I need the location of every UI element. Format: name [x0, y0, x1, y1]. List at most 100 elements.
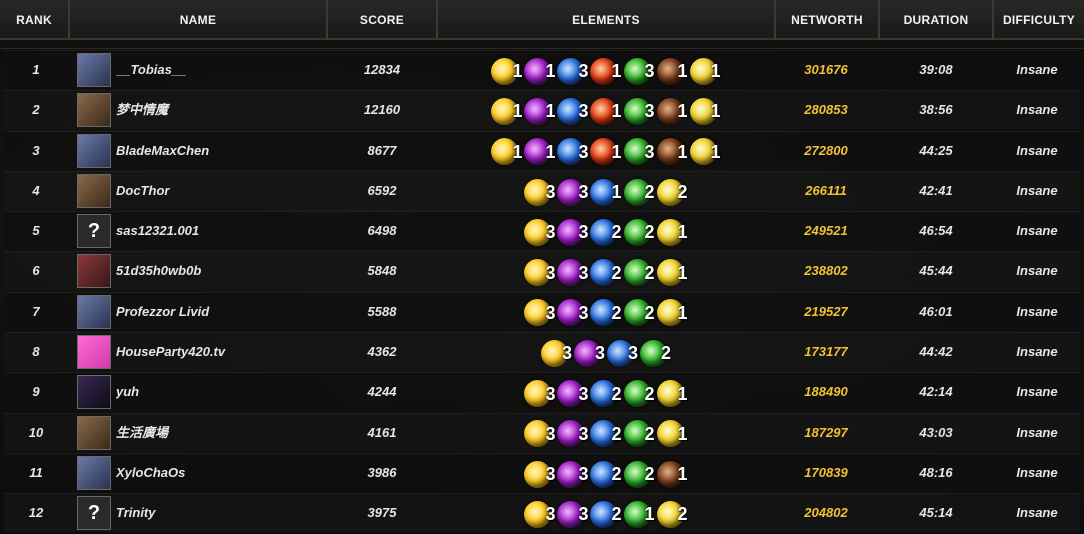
element-badge[interactable]: 3 — [557, 297, 588, 327]
table-row[interactable]: 7 Profezzor Livid 5588 3 3 2 2 1 219527 46:01 Insa… — [4, 291, 1080, 331]
column-header-elements[interactable]: ELEMENTS — [438, 0, 776, 40]
element-badge[interactable]: 3 — [557, 499, 588, 529]
element-badge[interactable]: 2 — [590, 297, 622, 327]
element-badge[interactable]: 3 — [524, 297, 555, 327]
element-badge[interactable]: 1 — [689, 96, 721, 126]
element-badge[interactable]: 2 — [623, 418, 655, 448]
table-row[interactable]: 5? sas12321.001 6498 3 3 2 2 1 249521 46:54 Insane — [4, 211, 1080, 251]
element-badge[interactable]: 3 — [524, 176, 555, 206]
table-row[interactable]: 8 HouseParty420.tv 4362 3 3 3 2 173177 44:42 Insa… — [4, 332, 1080, 372]
element-badge[interactable]: 1 — [491, 96, 522, 126]
table-row[interactable]: 1 __Tobias__ 12834 1 1 3 1 3 1 1 301676 39:08 Insane — [4, 50, 1080, 89]
avatar[interactable] — [77, 133, 111, 168]
avatar[interactable] — [77, 93, 111, 128]
element-badge[interactable]: 2 — [623, 459, 655, 489]
table-row[interactable]: 12? Trinity 3975 3 3 2 1 2 204802 45:14 Insane — [4, 493, 1080, 533]
player-name[interactable]: Trinity — [116, 494, 326, 532]
element-badge[interactable]: 3 — [524, 459, 555, 489]
element-badge[interactable]: 2 — [590, 459, 622, 489]
element-badge[interactable]: 3 — [623, 96, 655, 126]
element-badge[interactable]: 2 — [640, 338, 671, 368]
element-badge[interactable]: 3 — [557, 418, 588, 448]
player-name[interactable]: Profezzor Livid — [116, 293, 326, 331]
player-name[interactable]: 51d35h0wb0b — [116, 252, 326, 290]
element-badge[interactable]: 3 — [557, 176, 588, 206]
table-row[interactable]: 2 梦中情魔 12160 1 1 3 1 3 1 1 280853 38:56 Insane — [4, 90, 1080, 130]
element-badge[interactable]: 3 — [557, 257, 588, 287]
column-header-score[interactable]: SCORE — [328, 0, 438, 40]
element-badge[interactable]: 3 — [573, 338, 605, 368]
table-row[interactable]: 6 51d35h0wb0b 5848 3 3 2 2 1 238802 45:44 Insane — [4, 251, 1080, 291]
element-badge[interactable]: 1 — [656, 378, 688, 408]
element-badge[interactable]: 2 — [623, 257, 655, 287]
table-row[interactable]: 9 yuh 4244 3 3 2 2 1 188490 42:14 Insane — [4, 372, 1080, 412]
element-badge[interactable]: 3 — [557, 96, 588, 126]
element-badge[interactable]: 1 — [656, 297, 688, 327]
element-badge[interactable]: 1 — [656, 459, 688, 489]
element-badge[interactable]: 3 — [557, 136, 588, 166]
column-header-difficulty[interactable]: DIFFICULTY — [994, 0, 1084, 40]
element-badge[interactable]: 1 — [590, 96, 622, 126]
element-badge[interactable]: 3 — [557, 459, 588, 489]
element-badge[interactable]: 3 — [524, 217, 555, 247]
element-badge[interactable]: 2 — [590, 499, 622, 529]
column-header-networth[interactable]: NETWORTH — [776, 0, 880, 40]
element-badge[interactable]: 2 — [590, 257, 622, 287]
player-name[interactable]: HouseParty420.tv — [116, 333, 326, 371]
element-badge[interactable]: 1 — [656, 257, 688, 287]
avatar[interactable] — [77, 415, 111, 450]
element-badge[interactable]: 1 — [524, 96, 555, 126]
element-badge[interactable]: 1 — [524, 56, 555, 86]
element-badge[interactable]: 3 — [524, 499, 555, 529]
avatar[interactable]: ? — [77, 496, 111, 531]
element-badge[interactable]: 1 — [656, 96, 688, 126]
element-badge[interactable]: 3 — [557, 217, 588, 247]
element-badge[interactable]: 3 — [557, 378, 588, 408]
element-badge[interactable]: 2 — [623, 297, 655, 327]
avatar[interactable] — [77, 335, 111, 370]
element-badge[interactable]: 1 — [590, 56, 622, 86]
element-badge[interactable]: 2 — [656, 176, 688, 206]
element-badge[interactable]: 3 — [524, 378, 555, 408]
element-badge[interactable]: 2 — [590, 418, 622, 448]
element-badge[interactable]: 1 — [491, 136, 522, 166]
player-name[interactable]: XyloChaOs — [116, 454, 326, 492]
avatar[interactable]: ? — [77, 214, 111, 249]
element-badge[interactable]: 1 — [656, 56, 688, 86]
player-name[interactable]: __Tobias__ — [116, 51, 326, 89]
avatar[interactable] — [77, 53, 111, 87]
element-badge[interactable]: 1 — [623, 499, 655, 529]
element-badge[interactable]: 3 — [540, 338, 572, 368]
element-badge[interactable]: 1 — [689, 136, 721, 166]
table-row[interactable]: 3 BladeMaxChen 8677 1 1 3 1 3 1 1 272800 44:25 Insan… — [4, 130, 1080, 170]
element-badge[interactable]: 3 — [557, 56, 588, 86]
element-badge[interactable]: 2 — [590, 378, 622, 408]
element-badge[interactable]: 3 — [607, 338, 638, 368]
element-badge[interactable]: 1 — [524, 136, 555, 166]
avatar[interactable] — [77, 455, 111, 490]
table-row[interactable]: 11 XyloChaOs 3986 3 3 2 2 1 170839 48:16 Insane — [4, 452, 1080, 492]
avatar[interactable] — [77, 254, 111, 289]
element-badge[interactable]: 1 — [656, 418, 688, 448]
player-name[interactable]: yuh — [116, 373, 326, 411]
element-badge[interactable]: 2 — [656, 499, 688, 529]
player-name[interactable]: BladeMaxChen — [116, 132, 326, 170]
element-badge[interactable]: 1 — [656, 136, 688, 166]
avatar[interactable] — [77, 375, 111, 410]
element-badge[interactable]: 3 — [623, 56, 655, 86]
element-badge[interactable]: 1 — [590, 136, 622, 166]
element-badge[interactable]: 3 — [623, 136, 655, 166]
column-header-duration[interactable]: DURATION — [880, 0, 994, 40]
player-name[interactable]: sas12321.001 — [116, 212, 326, 250]
element-badge[interactable]: 2 — [623, 378, 655, 408]
table-row[interactable]: 10 生活廣場 4161 3 3 2 2 1 187297 43:03 Insane — [4, 412, 1080, 452]
column-header-rank[interactable]: RANK — [0, 0, 70, 40]
column-header-name[interactable]: NAME — [70, 0, 328, 40]
player-name[interactable]: 生活廣場 — [116, 414, 326, 452]
element-badge[interactable]: 3 — [524, 257, 555, 287]
table-row[interactable]: 4 DocThor 6592 3 3 1 2 2 266111 42:41 Insane — [4, 170, 1080, 210]
element-badge[interactable]: 2 — [623, 217, 655, 247]
element-badge[interactable]: 1 — [656, 217, 688, 247]
avatar[interactable] — [77, 173, 111, 208]
element-badge[interactable]: 2 — [623, 176, 655, 206]
